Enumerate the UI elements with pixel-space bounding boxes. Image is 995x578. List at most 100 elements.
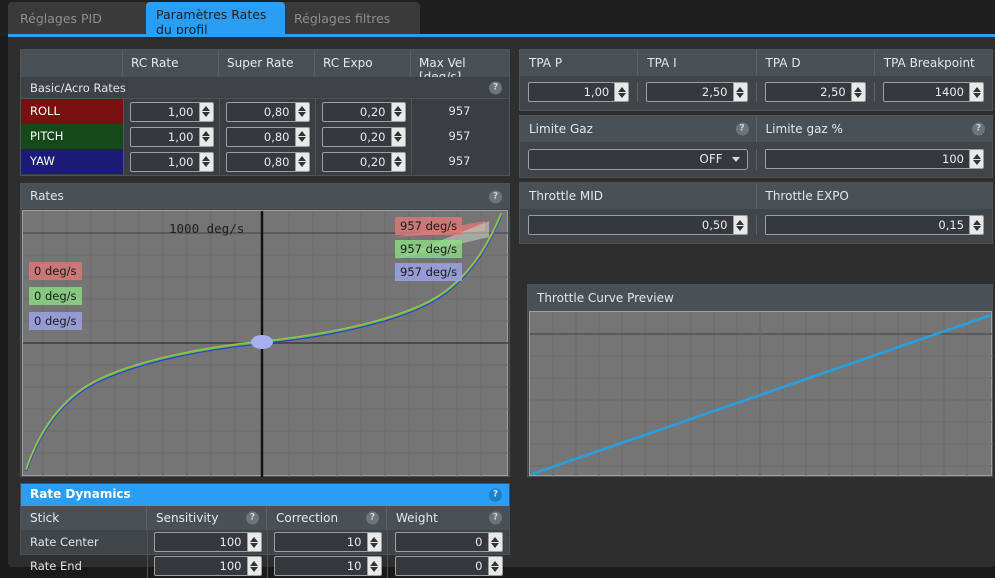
- help-icon[interactable]: ?: [489, 190, 502, 203]
- rate-center-correction-stepper[interactable]: 10: [273, 532, 382, 552]
- tab-pid-settings[interactable]: Réglages PID: [8, 2, 156, 36]
- roll-rc-rate-cell: 1,00: [123, 99, 219, 124]
- tab-rate-profile-settings[interactable]: Paramètres Rates du profil: [146, 2, 285, 34]
- rates-table: RC Rate Super Rate RC Expo Max Vel [deg/…: [20, 49, 510, 176]
- help-icon[interactable]: ?: [489, 511, 502, 525]
- yaw-rc-expo-value: 0,20: [359, 154, 386, 169]
- yaw-super-rate-value: 0,80: [263, 154, 290, 169]
- rate-center-weight-stepper[interactable]: 0: [394, 532, 503, 552]
- roll-rc-expo-cell: 0,20: [315, 99, 411, 124]
- tpa-p-header: TPA P: [520, 50, 639, 76]
- throttle-curve-preview-title: Throttle Curve Preview: [528, 285, 992, 311]
- rate-center-weight-value: 0: [475, 535, 483, 549]
- stepper-arrows[interactable]: [294, 127, 309, 146]
- roll-super-rate-value: 0,80: [263, 104, 290, 119]
- rd-col-sensitivity: Sensitivity ?: [147, 506, 267, 530]
- limite-gaz-label: Limite Gaz: [529, 122, 593, 136]
- throttle-limit-headers: Limite Gaz ? Limite gaz % ?: [520, 116, 992, 143]
- throttle-limit-inputs: OFF 100: [520, 143, 992, 170]
- stepper-arrows[interactable]: [390, 102, 405, 121]
- rd-col-correction: Correction ?: [267, 506, 387, 530]
- axis-label-yaw: YAW: [21, 149, 123, 174]
- rate-dynamics-panel: Rate Dynamics ? Stick Sensitivity ? Corr…: [20, 483, 510, 578]
- rate-center-sensitivity-stepper[interactable]: 100: [153, 532, 262, 552]
- throttle-mid-expo-panel: Throttle MID Throttle EXPO 0,50 0,15: [519, 182, 993, 244]
- throttle-expo-stepper[interactable]: 0,15: [764, 215, 984, 235]
- rates-left-tag-roll: 0 deg/s: [29, 262, 82, 280]
- rates-table-header-row: RC Rate Super Rate RC Expo Max Vel [deg/…: [21, 50, 509, 84]
- basic-acro-rates-label: Basic/Acro Rates: [30, 81, 126, 95]
- tpa-d-stepper[interactable]: 2,50: [764, 82, 866, 102]
- stepper-arrows[interactable]: [294, 102, 309, 121]
- stepper-arrows[interactable]: [246, 533, 261, 551]
- rate-center-correction-cell: 10: [267, 530, 387, 554]
- rate-end-sensitivity-stepper[interactable]: 100: [153, 556, 262, 576]
- stepper-arrows[interactable]: [969, 150, 983, 168]
- help-icon[interactable]: ?: [366, 511, 379, 525]
- stepper-arrows[interactable]: [198, 127, 213, 146]
- rd-col-stick: Stick: [21, 506, 147, 530]
- rate-end-sensitivity-value: 100: [219, 559, 242, 573]
- pitch-super-rate-stepper[interactable]: 0,80: [225, 126, 310, 147]
- axis-label-roll: ROLL: [21, 99, 123, 124]
- stepper-arrows[interactable]: [294, 152, 309, 171]
- roll-super-rate-cell: 0,80: [219, 99, 315, 124]
- limite-gaz-header: Limite Gaz ?: [520, 116, 757, 142]
- pitch-rc-expo-value: 0,20: [359, 129, 386, 144]
- rate-dynamics-header-row: Stick Sensitivity ? Correction ? Weight …: [21, 506, 509, 530]
- yaw-super-rate-stepper[interactable]: 0,80: [225, 151, 310, 172]
- stepper-arrows[interactable]: [969, 216, 983, 234]
- rates-chart-title-bar: Rates ?: [21, 184, 509, 209]
- stepper-arrows[interactable]: [850, 83, 865, 101]
- rate-end-correction-stepper[interactable]: 10: [273, 556, 382, 576]
- table-row: Rate Center 100 10 0: [21, 530, 509, 554]
- limite-gaz-select[interactable]: OFF: [528, 149, 748, 170]
- stepper-arrows[interactable]: [614, 83, 629, 101]
- throttle-mid-expo-headers: Throttle MID Throttle EXPO: [520, 183, 992, 209]
- rate-center-sensitivity-cell: 100: [147, 530, 267, 554]
- stepper-arrows[interactable]: [366, 557, 381, 575]
- roll-rc-rate-stepper[interactable]: 1,00: [129, 101, 214, 122]
- help-icon[interactable]: ?: [489, 81, 502, 94]
- throttle-mid-expo-inputs: 0,50 0,15: [520, 209, 992, 235]
- stepper-arrows[interactable]: [732, 216, 747, 234]
- tab-active-underline: [8, 34, 995, 37]
- help-icon[interactable]: ?: [972, 122, 985, 136]
- limite-gaz-pct-header: Limite gaz % ?: [756, 116, 992, 142]
- tpa-breakpoint-stepper[interactable]: 1400: [882, 82, 984, 102]
- yaw-rc-rate-stepper[interactable]: 1,00: [129, 151, 214, 172]
- rate-end-weight-stepper[interactable]: 0: [394, 556, 503, 576]
- rd-col-weight: Weight ?: [387, 506, 509, 530]
- rates-chart-title: Rates: [30, 189, 64, 203]
- roll-super-rate-stepper[interactable]: 0,80: [225, 101, 310, 122]
- tpa-i-stepper[interactable]: 2,50: [646, 82, 748, 102]
- stepper-arrows[interactable]: [487, 557, 502, 575]
- stepper-arrows[interactable]: [969, 83, 983, 101]
- stepper-arrows[interactable]: [390, 152, 405, 171]
- yaw-rc-expo-stepper[interactable]: 0,20: [321, 151, 406, 172]
- rates-left-tag-yaw: 0 deg/s: [29, 312, 82, 330]
- stepper-arrows[interactable]: [390, 127, 405, 146]
- pitch-rc-rate-stepper[interactable]: 1,00: [129, 126, 214, 147]
- limite-gaz-pct-stepper[interactable]: 100: [764, 149, 984, 169]
- tpa-p-stepper[interactable]: 1,00: [528, 82, 630, 102]
- tab-filter-settings[interactable]: Réglages filtres: [278, 2, 420, 36]
- throttle-mid-stepper[interactable]: 0,50: [528, 215, 748, 235]
- stepper-arrows[interactable]: [732, 83, 747, 101]
- rate-dynamics-title-bar: Rate Dynamics ?: [21, 484, 509, 506]
- roll-max-vel-value: 957: [411, 99, 507, 124]
- stepper-arrows[interactable]: [198, 102, 213, 121]
- stepper-arrows[interactable]: [487, 533, 502, 551]
- help-icon[interactable]: ?: [735, 122, 749, 136]
- yaw-rc-rate-value: 1,00: [167, 154, 194, 169]
- tpa-d-value: 2,50: [820, 85, 846, 99]
- help-icon[interactable]: ?: [246, 511, 259, 525]
- stepper-arrows[interactable]: [366, 533, 381, 551]
- stepper-arrows[interactable]: [198, 152, 213, 171]
- roll-rc-expo-stepper[interactable]: 0,20: [321, 101, 406, 122]
- throttle-curve-canvas: [529, 311, 993, 477]
- pitch-rc-expo-stepper[interactable]: 0,20: [321, 126, 406, 147]
- stepper-arrows[interactable]: [246, 557, 261, 575]
- tpa-panel: TPA P TPA I TPA D TPA Breakpoint 1,00 2,…: [519, 49, 993, 111]
- help-icon[interactable]: ?: [489, 488, 502, 502]
